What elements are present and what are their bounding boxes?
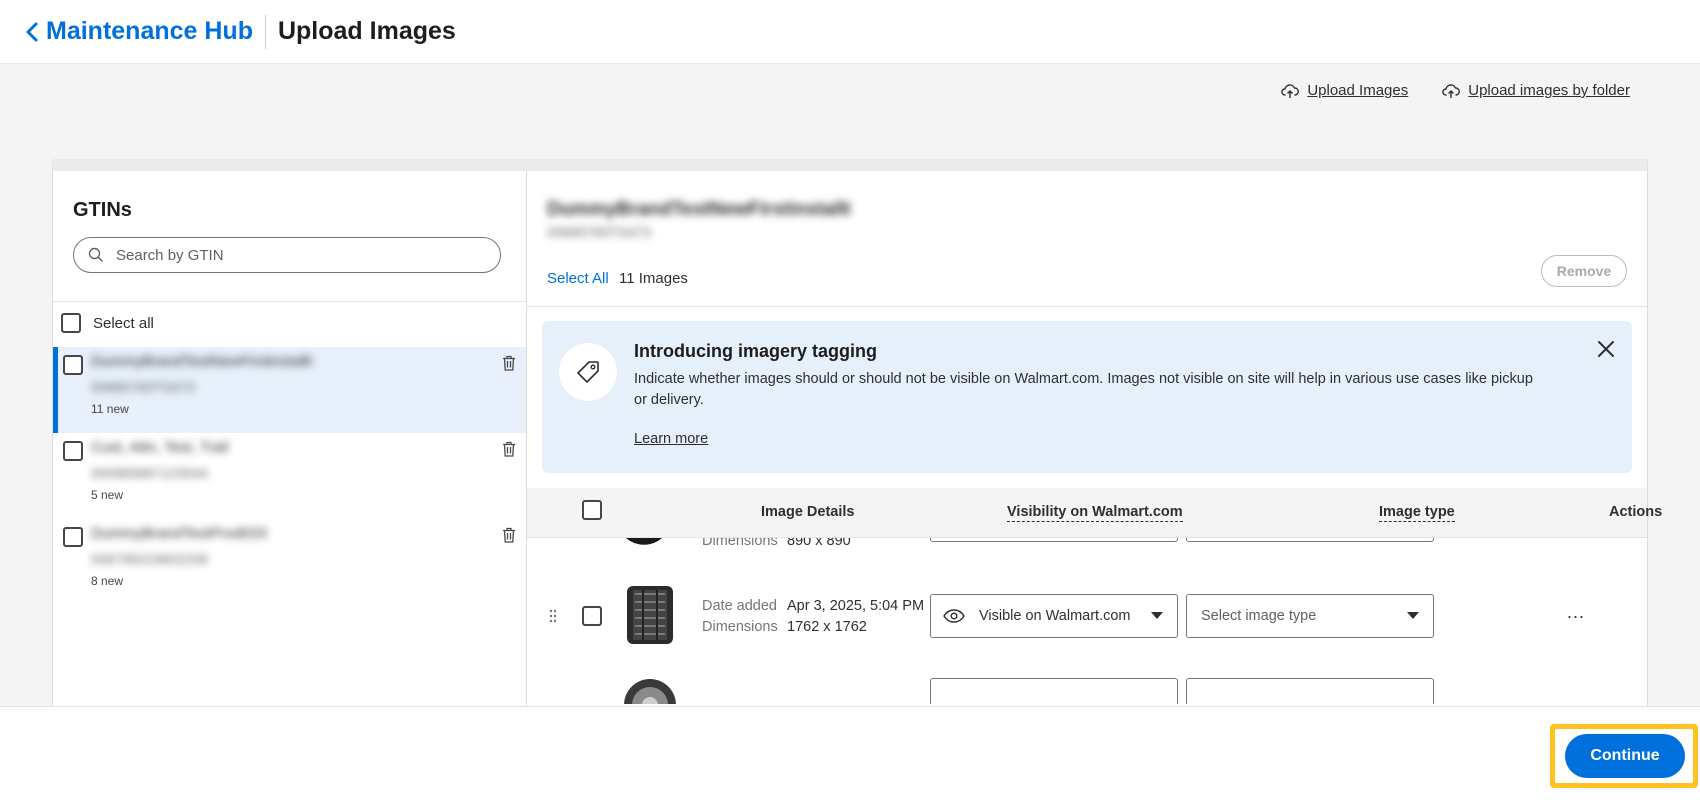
visibility-value: Visible on Walmart.com (979, 608, 1131, 624)
drag-handle-icon[interactable] (549, 609, 557, 623)
visibility-dropdown[interactable] (930, 678, 1178, 704)
top-header: Maintenance Hub Upload Images (0, 0, 1700, 64)
select-all-gtins[interactable]: Select all (61, 313, 154, 333)
search-icon (88, 247, 103, 262)
page-title: Upload Images (277, 17, 456, 45)
column-image-type[interactable]: Image type (1379, 504, 1455, 522)
chevron-down-icon (1407, 612, 1419, 619)
column-visibility[interactable]: Visibility on Walmart.com (1007, 504, 1183, 522)
image-type-dropdown[interactable] (1186, 538, 1434, 542)
learn-more-link[interactable]: Learn more (634, 431, 708, 447)
chevron-down-icon (1151, 612, 1163, 619)
back-link-label[interactable]: Maintenance Hub (46, 17, 253, 46)
back-link[interactable]: Maintenance Hub (26, 17, 253, 46)
gtin-new-count: 11 new (91, 402, 129, 416)
banner-title: Introducing imagery tagging (634, 341, 878, 361)
dimensions-value: 1762 x 1762 (787, 619, 867, 635)
trash-icon[interactable] (502, 441, 516, 457)
dimensions-label: Dimensions (702, 538, 778, 549)
date-added-label: Date added (702, 598, 777, 614)
eye-icon (943, 609, 965, 623)
close-icon[interactable] (1596, 339, 1616, 359)
gtin-checkbox[interactable] (63, 527, 83, 547)
table-row: Dimensions 890 x 890 (527, 538, 1647, 586)
gtin-name: DummyBrandTestNewFirstinstallt (91, 353, 312, 370)
select-all-checkbox[interactable] (61, 313, 81, 333)
gtin-search-input[interactable] (116, 246, 476, 264)
images-main: DummyBrandTestNewFirstinstallt 00685765T… (527, 171, 1662, 706)
trash-icon[interactable] (502, 527, 516, 543)
upload-images-link[interactable]: Upload Images (1281, 82, 1408, 99)
divider (53, 301, 526, 302)
product-code: 00685765TS473 (547, 224, 651, 240)
upload-by-folder-link[interactable]: Upload images by folder (1442, 82, 1630, 99)
header-divider (264, 14, 266, 49)
gtin-list-item[interactable]: DummyBrandTestNewFirstinstallt 00685765T… (53, 347, 526, 433)
product-name: DummyBrandTestNewFirstinstallt (547, 199, 851, 220)
cloud-upload-icon (1281, 83, 1300, 98)
images-panel: GTINs Select all DummyBrandTestNewFirsti… (52, 159, 1662, 706)
dimensions-label: Dimensions (702, 619, 778, 635)
gtin-code: 00685765TS473 (91, 379, 195, 395)
tire-thumbnail (625, 538, 663, 545)
trash-icon[interactable] (502, 355, 516, 371)
column-image-details: Image Details (761, 504, 855, 520)
visibility-dropdown[interactable]: Visible on Walmart.com (930, 594, 1178, 638)
imagery-tagging-banner: Introducing imagery tagging Indicate whe… (542, 321, 1632, 473)
column-actions: Actions (1609, 504, 1663, 520)
gtins-title: GTINs (73, 199, 132, 221)
gtin-new-count: 8 new (91, 574, 124, 588)
visibility-dropdown[interactable] (930, 538, 1178, 542)
date-added-value: Apr 3, 2025, 5:04 PM (787, 598, 925, 614)
banner-text: Indicate whether images should or should… (634, 371, 1533, 408)
gtin-name: Cust, Attn, Test, Trail (91, 439, 229, 456)
table-row: Date added Apr 3, 2025, 5:04 PM Dimensio… (527, 586, 1647, 682)
gtin-checkbox[interactable] (63, 355, 83, 375)
gtin-checkbox[interactable] (63, 441, 83, 461)
tag-icon (577, 361, 599, 383)
content-area: Upload Images Upload images by folder GT… (0, 64, 1700, 706)
gtin-search[interactable] (73, 237, 501, 273)
gtin-list-item[interactable]: Cust, Attn, Test, Trail 000983667123544 … (53, 433, 526, 519)
gtin-code: 000983667123544 (91, 465, 208, 481)
chevron-left-icon (26, 22, 38, 41)
image-type-dropdown[interactable] (1186, 678, 1434, 704)
upload-images-label[interactable]: Upload Images (1307, 82, 1408, 99)
more-actions-icon[interactable]: ... (1567, 602, 1585, 623)
remove-button[interactable]: Remove (1541, 255, 1627, 287)
gtin-new-count: 5 new (91, 488, 124, 502)
continue-button[interactable]: Continue (1565, 734, 1685, 778)
divider (527, 306, 1647, 307)
row-checkbox[interactable] (582, 606, 602, 626)
table-row (527, 678, 1647, 704)
footer-bar: Continue (0, 706, 1700, 806)
cloud-upload-icon (1442, 83, 1461, 98)
tire-thumbnail (624, 679, 676, 704)
table-select-all-checkbox[interactable] (582, 500, 602, 520)
select-all-images-link[interactable]: Select All (547, 270, 609, 287)
table-header: Image Details Visibility on Walmart.com … (527, 488, 1662, 538)
gtin-list-item[interactable]: DummyBrandTestProd033 006795019602208 8 … (53, 519, 526, 605)
dimensions-value: 890 x 890 (787, 538, 851, 549)
tag-icon-circle (559, 343, 617, 401)
gtin-name: DummyBrandTestProd033 (91, 525, 267, 542)
image-count: 11 Images (619, 270, 688, 287)
select-all-label: Select all (93, 314, 154, 332)
upload-by-folder-label[interactable]: Upload images by folder (1468, 82, 1630, 99)
gtin-sidebar: GTINs Select all DummyBrandTestNewFirsti… (53, 171, 527, 706)
image-type-placeholder: Select image type (1201, 608, 1317, 624)
tire-thumbnail[interactable] (623, 586, 677, 644)
image-type-dropdown[interactable]: Select image type (1186, 594, 1434, 638)
upload-links: Upload Images Upload images by folder (1281, 82, 1630, 99)
image-table-body: Dimensions 890 x 890 Date added Apr 3, 2… (527, 538, 1647, 704)
gtin-code: 006795019602208 (91, 551, 208, 567)
